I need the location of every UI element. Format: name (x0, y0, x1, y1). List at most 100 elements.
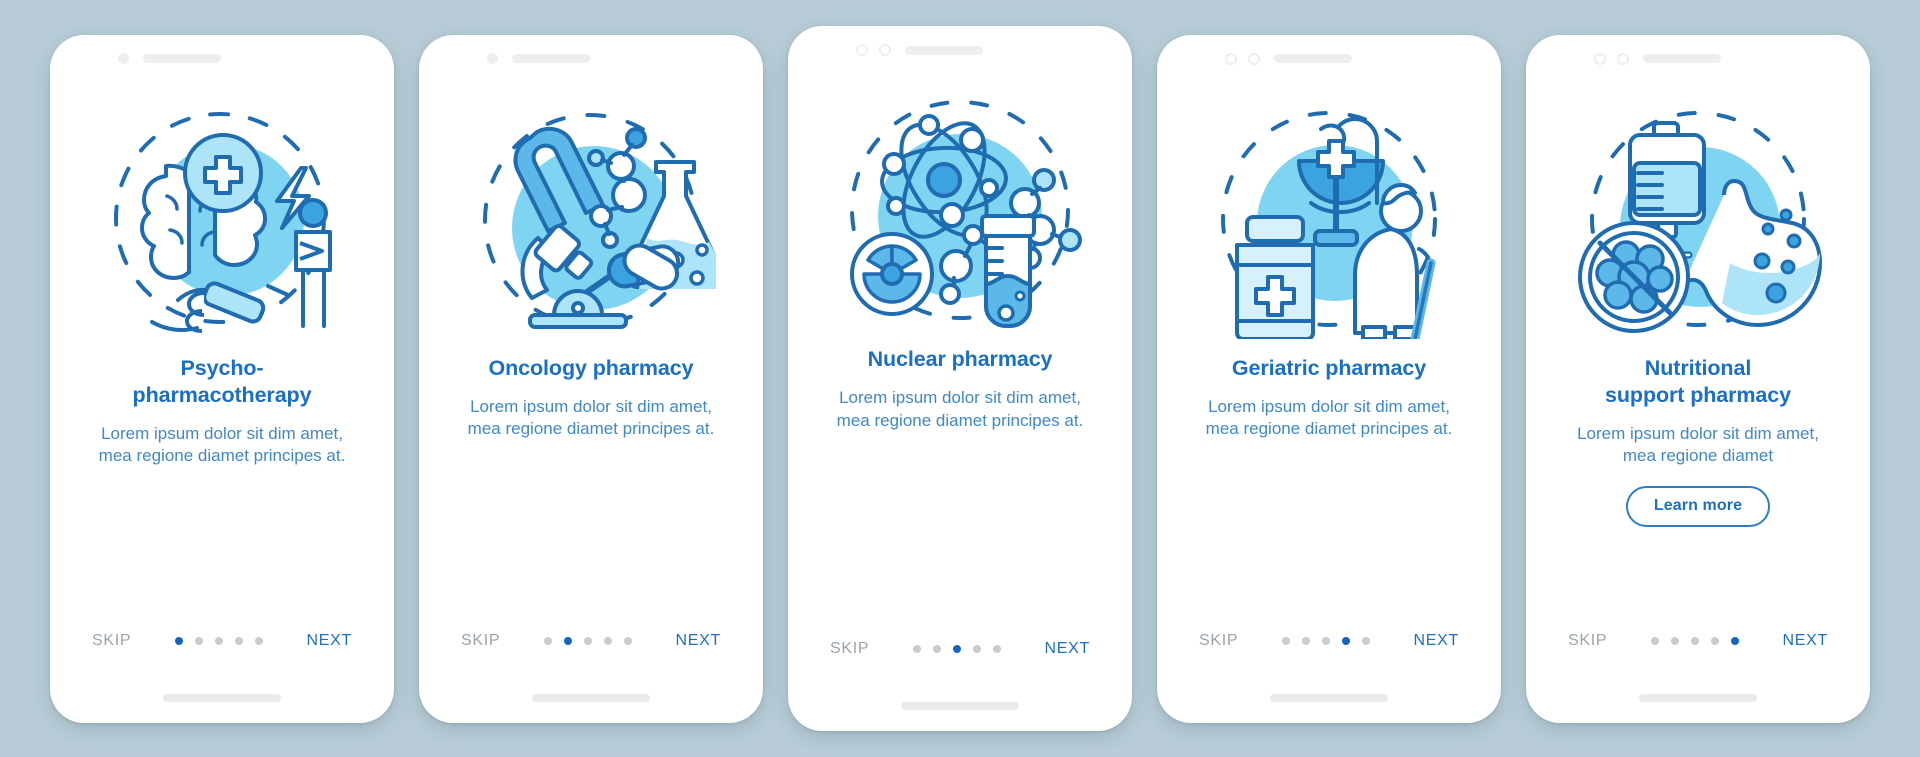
pagination-dot-1[interactable] (174, 636, 183, 645)
pagination-dot-3[interactable] (214, 636, 223, 645)
skip-button[interactable]: SKIP (830, 640, 869, 658)
onboarding-screen-psycho-pharmacotherapy: Psycho-pharmacotherapy Lorem ipsum dolor… (50, 34, 394, 723)
pagination-dot-2[interactable] (1670, 636, 1679, 645)
onboarding-nav: SKIP NEXT (1526, 609, 1870, 673)
next-button[interactable]: NEXT (307, 632, 352, 650)
pagination-dots (1281, 636, 1370, 645)
iv-drip-stomach-nocell-illustration (1526, 83, 1870, 355)
page-description: Lorem ipsum dolor sit dim amet, mea regi… (836, 388, 1084, 430)
pagination-dot-2[interactable] (563, 636, 572, 645)
pagination-dot-3[interactable] (1321, 636, 1330, 645)
pill-bottle-bowl-hygieia-elderly-illustration (1157, 83, 1501, 355)
home-indicator[interactable] (163, 693, 281, 702)
pagination-dot-5[interactable] (992, 645, 1001, 653)
pagination-dots (174, 636, 263, 645)
pagination-dot-4[interactable] (234, 636, 243, 645)
pagination-dot-3[interactable] (952, 645, 961, 653)
phone-status-bar (419, 35, 763, 83)
phone-status-bar (788, 26, 1132, 74)
pagination-dot-2[interactable] (1301, 636, 1310, 645)
pagination-dot-4[interactable] (603, 636, 612, 645)
pagination-dot-4[interactable] (972, 645, 981, 653)
onboarding-nav: SKIP NEXT (419, 609, 763, 673)
home-indicator[interactable] (1270, 693, 1388, 702)
pagination-dot-1[interactable] (912, 645, 921, 653)
next-button[interactable]: NEXT (1783, 632, 1828, 650)
pagination-dot-2[interactable] (194, 636, 203, 645)
pagination-dot-3[interactable] (583, 636, 592, 645)
pagination-dot-5[interactable] (623, 636, 632, 645)
camera-ring-icon (879, 44, 891, 56)
pagination-dot-1[interactable] (1281, 636, 1290, 645)
page-title: Nuclear pharmacy (867, 347, 1053, 371)
screen-text-block: Psycho-pharmacotherapy Lorem ipsum dolor… (50, 355, 394, 609)
phone-status-bar (1157, 35, 1501, 83)
camera-ring-icon (856, 44, 868, 56)
home-indicator[interactable] (901, 702, 1019, 710)
page-title: Nutritional support pharmacy (1605, 355, 1791, 407)
next-button[interactable]: NEXT (1414, 632, 1459, 650)
camera-ring-icon (1617, 52, 1629, 65)
camera-dot-icon (118, 53, 129, 64)
pagination-dot-3[interactable] (1690, 636, 1699, 645)
pagination-dot-4[interactable] (1341, 636, 1350, 645)
home-indicator-area (1526, 673, 1870, 723)
screen-text-block: Oncology pharmacy Lorem ipsum dolor sit … (419, 355, 763, 609)
speaker-bar-icon (905, 45, 983, 55)
camera-ring-icon (1248, 52, 1260, 65)
ribbon-microscope-flask-illustration (419, 83, 763, 355)
pagination-dot-5[interactable] (1361, 636, 1370, 645)
page-description: Lorem ipsum dolor sit dim amet, mea regi… (98, 423, 346, 466)
speaker-bar-icon (512, 54, 590, 63)
atom-radiation-testtube-illustration (788, 74, 1132, 346)
onboarding-screen-geriatric-pharmacy: Geriatric pharmacy Lorem ipsum dolor sit… (1157, 34, 1501, 723)
pagination-dots (912, 645, 1001, 653)
screen-text-block: Nuclear pharmacy Lorem ipsum dolor sit d… (788, 346, 1132, 617)
onboarding-nav: SKIP NEXT (50, 609, 394, 673)
camera-ring-icon (1225, 52, 1237, 65)
pagination-dot-1[interactable] (1650, 636, 1659, 645)
skip-button[interactable]: SKIP (92, 632, 131, 650)
learn-more-button[interactable]: Learn more (1625, 486, 1771, 528)
home-indicator[interactable] (532, 693, 650, 702)
page-description: Lorem ipsum dolor sit dim amet, mea regi… (467, 396, 715, 439)
onboarding-screens-row: Psycho-pharmacotherapy Lorem ipsum dolor… (0, 0, 1920, 757)
page-title: Psycho-pharmacotherapy (132, 355, 312, 407)
screen-text-block: Nutritional support pharmacy Lorem ipsum … (1526, 355, 1870, 609)
skip-button[interactable]: SKIP (461, 632, 500, 650)
page-description: Lorem ipsum dolor sit dim amet, mea regi… (1205, 396, 1453, 439)
pagination-dot-4[interactable] (1710, 636, 1719, 645)
pagination-dots (1650, 636, 1739, 645)
pagination-dot-2[interactable] (932, 645, 941, 653)
pagination-dots (543, 636, 632, 645)
speaker-bar-icon (1274, 54, 1352, 63)
page-title: Geriatric pharmacy (1231, 355, 1427, 380)
onboarding-screen-oncology-pharmacy: Oncology pharmacy Lorem ipsum dolor sit … (419, 34, 763, 723)
home-indicator-area (50, 673, 394, 723)
screen-text-block: Geriatric pharmacy Lorem ipsum dolor sit… (1157, 355, 1501, 609)
speaker-bar-icon (143, 54, 221, 63)
page-title: Oncology pharmacy (488, 355, 694, 380)
next-button[interactable]: NEXT (676, 632, 721, 650)
pagination-dot-5[interactable] (1730, 636, 1739, 645)
home-indicator[interactable] (1639, 693, 1757, 702)
home-indicator-area (1157, 673, 1501, 723)
home-indicator-area (788, 681, 1132, 731)
skip-button[interactable]: SKIP (1199, 632, 1238, 650)
brain-syringe-patient-illustration (50, 83, 394, 355)
onboarding-nav: SKIP NEXT (1157, 609, 1501, 673)
pagination-dot-5[interactable] (254, 636, 263, 645)
speaker-bar-icon (1643, 54, 1721, 63)
pagination-dot-1[interactable] (543, 636, 552, 645)
next-button[interactable]: NEXT (1045, 640, 1090, 658)
page-description: Lorem ipsum dolor sit dim amet, mea regi… (1577, 423, 1819, 466)
onboarding-screen-nuclear-pharmacy: Nuclear pharmacy Lorem ipsum dolor sit d… (788, 26, 1132, 731)
phone-status-bar (50, 35, 394, 83)
skip-button[interactable]: SKIP (1568, 632, 1607, 650)
camera-ring-icon (1594, 52, 1606, 65)
camera-dot-icon (487, 53, 498, 64)
onboarding-nav: SKIP NEXT (788, 617, 1132, 681)
home-indicator-area (419, 673, 763, 723)
phone-status-bar (1526, 35, 1870, 83)
onboarding-screen-nutritional-support-pharmacy: Nutritional support pharmacy Lorem ipsum … (1526, 34, 1870, 723)
